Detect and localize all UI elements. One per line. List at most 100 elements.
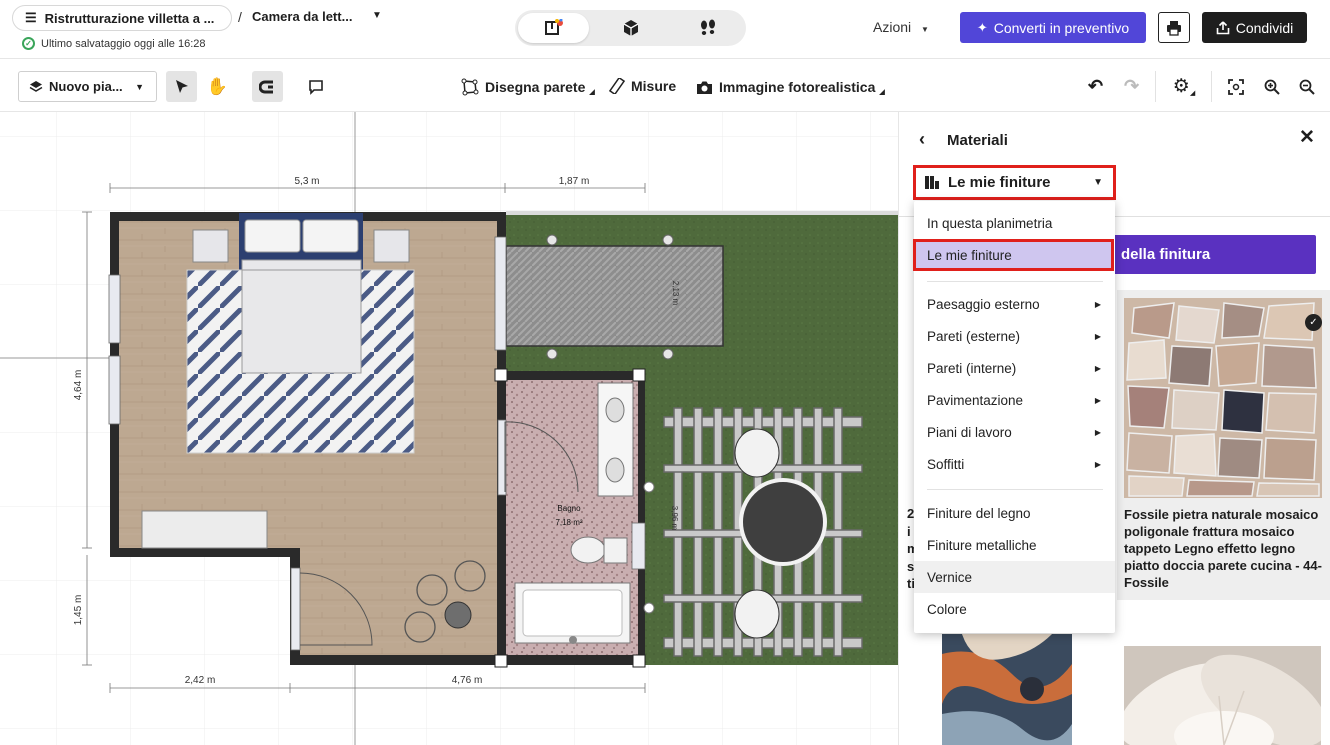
abstract-rug-swatch (942, 634, 1072, 745)
focus-icon (1227, 78, 1244, 95)
menu-item-label: Colore (927, 601, 967, 617)
room-name[interactable]: Camera da lett... (252, 9, 352, 24)
stone-mosaic-swatch (1124, 298, 1322, 498)
convert-to-quote-button[interactable]: ✦ Converti in preventivo (960, 12, 1146, 43)
menu-item-ceilings[interactable]: Soffitti ▶ (914, 448, 1115, 480)
pan-tool-button[interactable]: ✋ (202, 71, 233, 102)
menu-icon: ☰ (25, 10, 37, 25)
material-thumbnail: ✓ (1124, 298, 1322, 498)
fit-view-button[interactable] (1220, 71, 1251, 102)
settings-button[interactable]: ⚙ ◢ (1166, 71, 1202, 102)
snap-tool-button[interactable] (252, 71, 283, 102)
menu-item-paint[interactable]: Vernice (914, 561, 1115, 593)
measures-tool[interactable]: Misure (609, 78, 676, 94)
panel-title: Materiali (947, 132, 1008, 149)
chevron-down-icon: ▼ (135, 81, 144, 92)
dimension-label: 2,42 m (185, 675, 216, 686)
back-arrow-icon[interactable]: ‹ (919, 129, 925, 150)
layers-icon (29, 80, 43, 92)
close-icon[interactable]: ✕ (1299, 126, 1315, 149)
magnet-snap-icon (258, 80, 273, 93)
menu-item-my-finishes[interactable]: Le mie finiture (913, 239, 1114, 271)
project-breadcrumb[interactable]: ☰ Ristrutturazione villetta a ... (12, 5, 232, 31)
actions-menu[interactable]: Azioni ▼ (873, 19, 929, 35)
book-icon (925, 176, 939, 189)
comment-icon (308, 79, 323, 95)
sparkle-icon: ✦ (976, 19, 988, 35)
chevron-right-icon: ▶ (1094, 363, 1101, 373)
zoom-in-button[interactable] (1256, 71, 1287, 102)
bathroom-area: 7,18 m² (555, 518, 582, 527)
menu-item-metal-finishes[interactable]: Finiture metalliche (914, 529, 1115, 561)
menu-item-label: Soffitti (927, 456, 965, 472)
finish-source-dropdown[interactable]: Le mie finiture ▼ (913, 165, 1116, 200)
undo-button[interactable]: ↶ (1080, 71, 1111, 102)
toolbar: Nuovo pia... ▼ ✋ Disegna parete ◢ Misure… (0, 58, 1330, 112)
share-label: Condividi (1235, 19, 1294, 36)
menu-item-color[interactable]: Colore (914, 593, 1115, 625)
corner-caret-icon: ◢ (879, 89, 885, 96)
cursor-icon (175, 79, 188, 93)
chevron-right-icon: ▶ (1094, 331, 1101, 341)
undo-icon: ↶ (1087, 76, 1104, 96)
menu-item-label: Vernice (927, 569, 973, 585)
room-dropdown-icon[interactable]: ▼ (372, 10, 382, 21)
finish-source-menu: In questa planimetria Le mie finiture Pa… (913, 201, 1115, 633)
menu-item-wood-finishes[interactable]: Finiture del legno (914, 497, 1115, 529)
redo-icon: ↷ (1123, 76, 1140, 96)
dropdown-value: Le mie finiture (948, 174, 1051, 191)
view-3d-button[interactable] (595, 13, 666, 43)
dimension-label: 4,76 m (452, 675, 483, 686)
actions-label: Azioni (873, 19, 912, 35)
share-button[interactable]: Condividi (1202, 12, 1307, 43)
menu-item-label: Finiture del legno (927, 505, 1031, 521)
hand-icon: ✋ (206, 76, 229, 96)
top-bar: ☰ Ristrutturazione villetta a ... / Came… (0, 0, 1330, 58)
menu-item-label: Pareti (esterne) (927, 328, 1021, 344)
zoom-in-icon (1264, 79, 1280, 95)
menu-item-flooring[interactable]: Pavimentazione ▶ (914, 384, 1115, 416)
floorplan-drawing[interactable]: Bagno 7,18 m² 5,3 m 1,87 m 2,42 m 4,76 m… (0, 112, 898, 745)
material-card-selected[interactable]: ✓ Fossile pietra naturale mosaico poligo… (1117, 290, 1330, 600)
redo-button[interactable]: ↷ (1116, 71, 1147, 102)
toolbar-divider (1155, 71, 1156, 102)
photo-render-tool[interactable]: Immagine fotorealistica ◢ (696, 78, 885, 96)
selected-check-icon: ✓ (1305, 314, 1322, 331)
view-mode-toggle (515, 10, 746, 46)
dimension-label: 1,87 m (559, 176, 590, 187)
menu-item-in-this-plan[interactable]: In questa planimetria (914, 207, 1115, 239)
menu-item-label: Le mie finiture (927, 247, 1012, 263)
menu-item-landscape[interactable]: Paesaggio esterno ▶ (914, 288, 1115, 320)
zoom-out-button[interactable] (1291, 71, 1322, 102)
comment-tool-button[interactable] (300, 71, 331, 102)
print-icon (1167, 20, 1181, 36)
select-tool-button[interactable] (166, 71, 197, 102)
material-thumbnail[interactable] (942, 634, 1072, 745)
dimension-label: 2,13 m (671, 281, 680, 306)
menu-item-label: Paesaggio esterno (927, 296, 1040, 312)
menu-item-walls-exterior[interactable]: Pareti (esterne) ▶ (914, 320, 1115, 352)
menu-divider (927, 281, 1103, 282)
bathroom-label: Bagno (557, 504, 581, 513)
menu-item-countertops[interactable]: Piani di lavoro ▶ (914, 416, 1115, 448)
menu-item-label: Piani di lavoro (927, 424, 1012, 440)
photo-render-label: Immagine fotorealistica (719, 79, 876, 95)
material-thumbnail[interactable] (1124, 646, 1321, 745)
dimension-label: 4,64 m (73, 370, 84, 401)
print-button[interactable] (1158, 12, 1190, 43)
view-2d-button[interactable] (518, 13, 589, 43)
footsteps-icon (700, 19, 715, 35)
chevron-right-icon: ▶ (1094, 459, 1101, 469)
chevron-down-icon: ▼ (921, 25, 929, 34)
project-title: Ristrutturazione villetta a ... (44, 10, 215, 26)
floor-select[interactable]: Nuovo pia... ▼ (18, 71, 157, 102)
draw-wall-tool[interactable]: Disegna parete ◢ (461, 78, 595, 96)
floorplan-canvas[interactable]: Bagno 7,18 m² 5,3 m 1,87 m 2,42 m 4,76 m… (0, 112, 898, 745)
corner-caret-icon: ◢ (1189, 89, 1196, 97)
save-status-text: Ultimo salvataggio oggi alle 16:28 (41, 37, 206, 50)
finish-action-button[interactable]: della finitura (1109, 235, 1316, 274)
view-walk-button[interactable] (672, 13, 743, 43)
menu-item-walls-interior[interactable]: Pareti (interne) ▶ (914, 352, 1115, 384)
ruler-icon (609, 78, 625, 94)
menu-divider (927, 489, 1103, 490)
